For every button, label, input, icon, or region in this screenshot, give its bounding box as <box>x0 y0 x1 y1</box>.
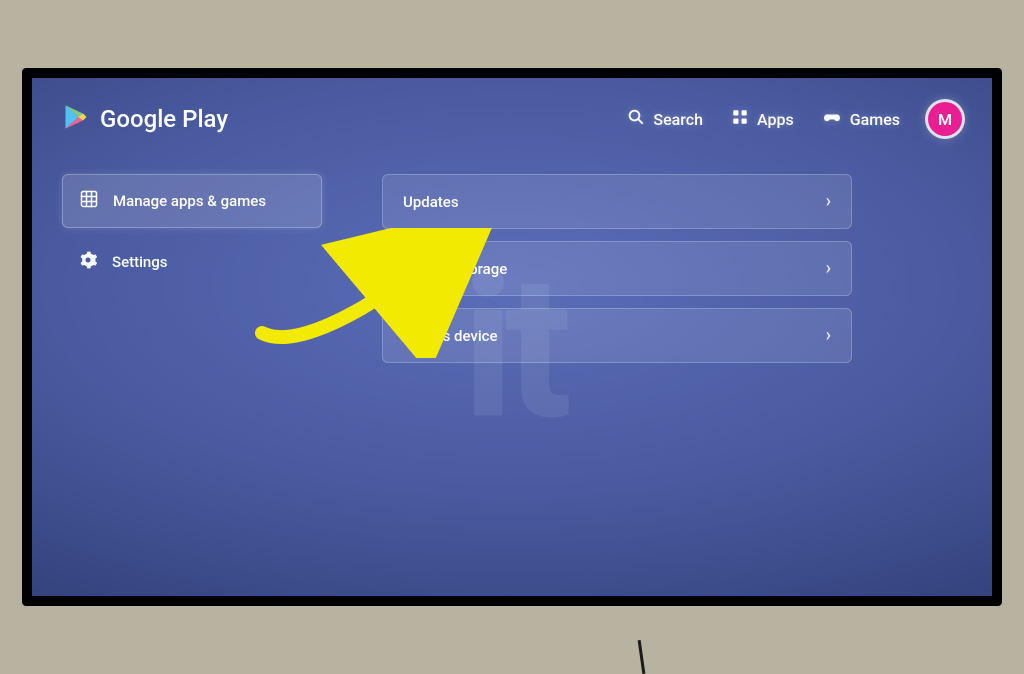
brand-name: Google Play <box>100 105 228 133</box>
avatar-initial: M <box>938 110 952 129</box>
sidebar-item-manage-apps[interactable]: Manage apps & games <box>62 174 322 228</box>
card-label: Updates <box>403 193 459 211</box>
chevron-right-icon: › <box>826 191 831 212</box>
tv-frame: it Google Play <box>22 68 1002 606</box>
sidebar-item-label: Settings <box>112 253 168 271</box>
chevron-right-icon: › <box>826 258 831 279</box>
topbar: Google Play Search <box>62 102 962 136</box>
content: Manage apps & games Settings Updates › <box>62 174 962 363</box>
nav-search-label: Search <box>653 110 703 129</box>
nav-games-label: Games <box>850 110 900 129</box>
nav-search[interactable]: Search <box>627 108 703 130</box>
sidebar: Manage apps & games Settings <box>62 174 322 363</box>
tv-cable <box>638 640 646 674</box>
nav-apps[interactable]: Apps <box>731 108 794 130</box>
tv-screen: it Google Play <box>32 78 992 596</box>
card-free-up-storage[interactable]: Free up storage › <box>382 241 852 296</box>
card-updates[interactable]: Updates › <box>382 174 852 229</box>
nav-games[interactable]: Games <box>822 107 900 131</box>
chevron-right-icon: › <box>826 325 831 346</box>
card-on-this-device[interactable]: On this device › <box>382 308 852 363</box>
user-avatar[interactable]: M <box>928 102 962 136</box>
search-icon <box>627 108 645 130</box>
apps-grid-icon <box>79 189 99 213</box>
card-label: Free up storage <box>403 260 507 278</box>
top-nav: Search Apps <box>627 102 962 136</box>
sidebar-item-settings[interactable]: Settings <box>62 236 322 288</box>
gamepad-icon <box>822 107 842 131</box>
gear-icon <box>78 250 98 274</box>
main-panel: Updates › Free up storage › On this devi… <box>382 174 852 363</box>
card-label: On this device <box>403 327 498 345</box>
brand: Google Play <box>62 103 228 135</box>
apps-grid-icon <box>731 108 749 130</box>
nav-apps-label: Apps <box>757 110 794 129</box>
sidebar-item-label: Manage apps & games <box>113 192 266 210</box>
play-store-icon <box>62 103 90 135</box>
